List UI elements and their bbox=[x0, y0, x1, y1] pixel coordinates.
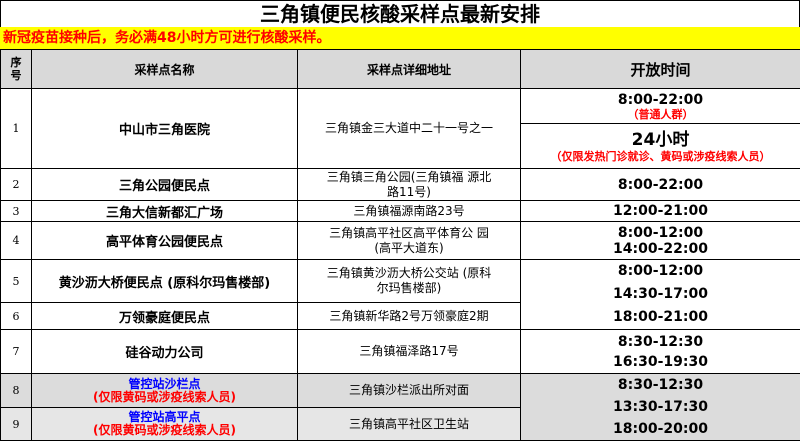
site-address: 三角镇新华路2号万领豪庭2期 bbox=[298, 303, 521, 330]
site-name: 万领豪庭便民点 bbox=[32, 303, 298, 330]
vaccination-notice: 新冠疫苗接种后，务必满48小时方可进行核酸采样。 bbox=[0, 27, 800, 49]
site-name: 三角公园便民点 bbox=[32, 169, 298, 201]
site-name: 中山市三角医院 bbox=[32, 89, 298, 169]
site-hours: 8:30-12:30 16:30-19:30 bbox=[521, 330, 800, 374]
row-seq: 8 bbox=[1, 374, 32, 408]
site-address: 三角镇沙栏派出所对面 bbox=[298, 374, 521, 408]
table-row: 5 黄沙沥大桥便民点 (原科尔玛售楼部) 三角镇黄沙沥大桥公交站 (原科尔玛售楼… bbox=[1, 260, 800, 303]
site-name: 硅谷动力公司 bbox=[32, 330, 298, 374]
site-address: 三角镇福泽路17号 bbox=[298, 330, 521, 374]
site-address: 三角镇三角公园(三角镇福 源北路11号) bbox=[298, 169, 521, 201]
site-name: 管控站沙栏点 bbox=[32, 378, 297, 391]
site-name-cell: 管控站高平点 (仅限黄码或涉疫线索人员) bbox=[32, 408, 298, 441]
site-restriction: (仅限黄码或涉疫线索人员) bbox=[32, 391, 297, 404]
header-seq: 序号 bbox=[1, 50, 32, 89]
sampling-sites-table: 序号 采样点名称 采样点详细地址 开放时间 1 中山市三角医院 三角镇金三大道中… bbox=[0, 49, 800, 441]
site-hours: 8:00-22:00 bbox=[521, 169, 800, 201]
site-hours: 24小时 （仅限发热门诊就诊、黄码或涉疫线索人员） bbox=[521, 124, 800, 169]
header-address: 采样点详细地址 bbox=[298, 50, 521, 89]
table-header-row: 序号 采样点名称 采样点详细地址 开放时间 bbox=[1, 50, 800, 89]
header-name: 采样点名称 bbox=[32, 50, 298, 89]
site-address: 三角镇黄沙沥大桥公交站 (原科尔玛售楼部) bbox=[298, 260, 521, 303]
row-seq: 3 bbox=[1, 201, 32, 222]
table-row: 3 三角大信新都汇广场 三角镇福源南路23号 12:00-21:00 bbox=[1, 201, 800, 222]
site-address: 三角镇金三大道中二十一号之一 bbox=[298, 89, 521, 169]
table-row: 8 管控站沙栏点 (仅限黄码或涉疫线索人员) 三角镇沙栏派出所对面 8:30-1… bbox=[1, 374, 800, 408]
site-name: 黄沙沥大桥便民点 (原科尔玛售楼部) bbox=[32, 260, 298, 303]
page-title: 三角镇便民核酸采样点最新安排 bbox=[0, 0, 800, 27]
schedule-sheet: 三角镇便民核酸采样点最新安排 新冠疫苗接种后，务必满48小时方可进行核酸采样。 … bbox=[0, 0, 800, 438]
site-hours: 8:00-12:00 14:30-17:00 18:00-21:00 bbox=[521, 260, 800, 330]
row-seq: 9 bbox=[1, 408, 32, 441]
row-seq: 5 bbox=[1, 260, 32, 303]
site-address: 三角镇高平社区高平体育公 园(高平大道东) bbox=[298, 222, 521, 260]
table-row: 1 中山市三角医院 三角镇金三大道中二十一号之一 8:00-22:00 （普通人… bbox=[1, 89, 800, 124]
row-seq: 7 bbox=[1, 330, 32, 374]
site-hours: 8:30-12:30 13:30-17:30 18:00-20:00 bbox=[521, 374, 800, 441]
row-seq: 6 bbox=[1, 303, 32, 330]
header-hours: 开放时间 bbox=[521, 50, 800, 89]
site-name: 高平体育公园便民点 bbox=[32, 222, 298, 260]
site-restriction: (仅限黄码或涉疫线索人员) bbox=[32, 424, 297, 437]
row-seq: 1 bbox=[1, 89, 32, 169]
site-address: 三角镇福源南路23号 bbox=[298, 201, 521, 222]
site-hours: 8:00-22:00 （普通人群） bbox=[521, 89, 800, 124]
site-name: 三角大信新都汇广场 bbox=[32, 201, 298, 222]
table-row: 2 三角公园便民点 三角镇三角公园(三角镇福 源北路11号) 8:00-22:0… bbox=[1, 169, 800, 201]
table-row: 7 硅谷动力公司 三角镇福泽路17号 8:30-12:30 16:30-19:3… bbox=[1, 330, 800, 374]
site-hours: 12:00-21:00 bbox=[521, 201, 800, 222]
row-seq: 2 bbox=[1, 169, 32, 201]
site-address: 三角镇高平社区卫生站 bbox=[298, 408, 521, 441]
site-name-cell: 管控站沙栏点 (仅限黄码或涉疫线索人员) bbox=[32, 374, 298, 408]
table-row: 4 高平体育公园便民点 三角镇高平社区高平体育公 园(高平大道东) 8:00-1… bbox=[1, 222, 800, 260]
site-hours: 8:00-12:00 14:00-22:00 bbox=[521, 222, 800, 260]
row-seq: 4 bbox=[1, 222, 32, 260]
